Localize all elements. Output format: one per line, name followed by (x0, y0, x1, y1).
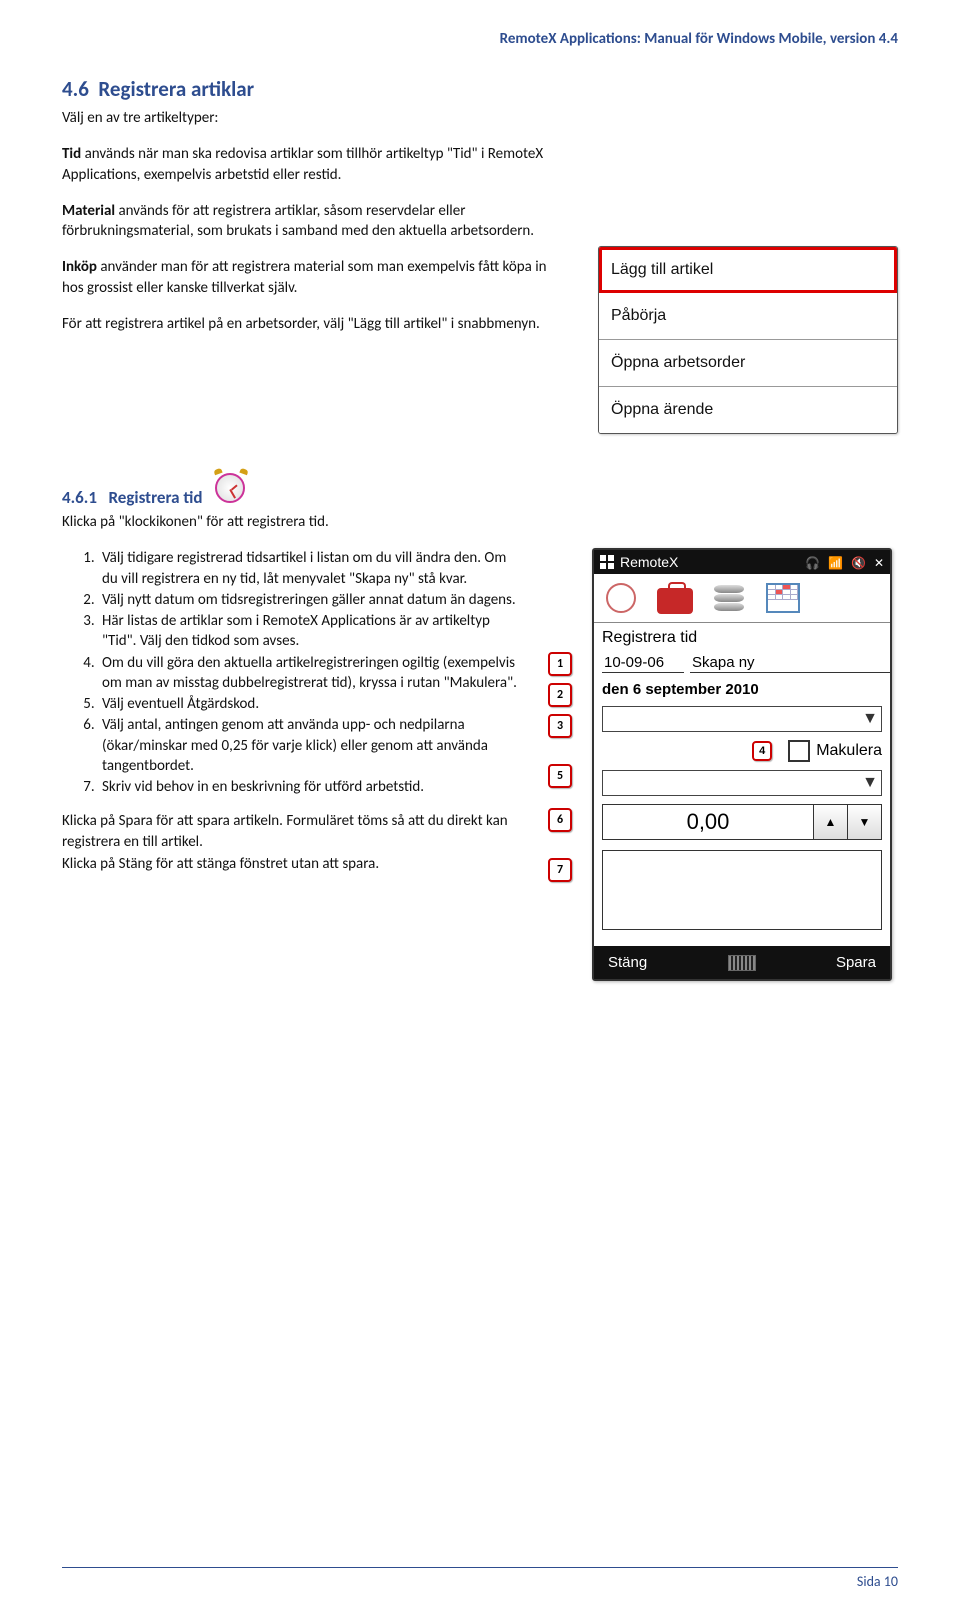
callout-3: 3 (548, 714, 572, 738)
device-app-title: RemoteX (620, 554, 678, 570)
volume-icon: 🔇 (851, 556, 866, 570)
subsection-title: Registrera tid (108, 487, 202, 508)
callout-4-inline: 4 (752, 741, 772, 761)
outro-1: Klicka på Spara för att spara artikeln. … (62, 811, 518, 852)
step-7: Skriv vid behov in en beskrivning för ut… (98, 777, 518, 797)
step-5: Välj eventuell Åtgärdskod. (98, 694, 518, 714)
description-textarea[interactable] (602, 850, 882, 930)
dropdown-2[interactable]: ▼ (602, 770, 882, 796)
footer-divider (62, 1567, 898, 1568)
date-input[interactable] (602, 653, 684, 673)
headset-icon: 🎧 (805, 556, 820, 570)
step-6: Välj antal, antingen genom att använda u… (98, 715, 518, 776)
close-button[interactable]: Stäng (608, 954, 647, 971)
menu-item-oppna-arbetsorder[interactable]: Öppna arbetsorder (599, 340, 897, 387)
step-list: Välj tidigare registrerad tidsartikel i … (98, 548, 518, 797)
keyboard-icon[interactable] (728, 955, 756, 971)
windows-icon (600, 555, 614, 569)
chevron-down-icon: ▼ (861, 774, 879, 792)
callout-2: 2 (548, 683, 572, 707)
paragraph-inkop: Inköp använder man för att registrera ma… (62, 257, 568, 298)
toolbar-calendar-icon[interactable] (762, 578, 804, 618)
toolbar-briefcase-icon[interactable] (654, 578, 696, 618)
callout-1: 1 (548, 652, 572, 676)
section-heading: 4.6 Registrera artiklar (62, 76, 568, 102)
step-3: Här listas de artiklar som i RemoteX App… (98, 611, 518, 652)
outro-2: Klicka på Stäng för att stänga fönstret … (62, 854, 518, 874)
section-intro: Välj en av tre artikeltyper: (62, 108, 568, 128)
subsection-heading: 4.6.1 Registrera tid (62, 487, 202, 508)
subsection-number: 4.6.1 (62, 487, 97, 508)
bold-material: Material (62, 202, 115, 220)
menu-item-lagg-till-artikel[interactable]: Lägg till artikel (599, 247, 897, 293)
callout-7: 7 (548, 858, 572, 882)
dropdown-1[interactable]: ▼ (602, 706, 882, 732)
menu-item-oppna-arende[interactable]: Öppna ärende (599, 387, 897, 433)
device-bottombar: Stäng Spara (594, 946, 890, 979)
signal-icon: 📶 (828, 556, 843, 570)
device-body: Registrera tid den 6 september 2010 ▼ 4 … (594, 623, 890, 946)
device-toolbar (594, 574, 890, 623)
device-titlebar: RemoteX 🎧 📶 🔇 ✕ (594, 550, 890, 574)
weekday-label: den 6 september 2010 (602, 681, 759, 698)
quantity-up-button[interactable]: ▲ (813, 805, 847, 839)
header-title: RemoteX Applications: Manual för Windows… (62, 30, 898, 48)
clock-icon (212, 470, 250, 508)
bold-inkop: Inköp (62, 258, 97, 276)
subsection-intro: Klicka på "klockikonen" för att registre… (62, 512, 898, 532)
bold-tid: Tid (62, 145, 81, 163)
paragraph-material: Material används för att registrera arti… (62, 201, 568, 242)
chevron-down-icon: ▼ (861, 710, 879, 728)
quantity-stepper: 0,00 ▲ ▼ (602, 804, 882, 840)
section-number: 4.6 (62, 76, 89, 102)
step-1: Välj tidigare registrerad tidsartikel i … (98, 548, 518, 589)
context-menu: Lägg till artikel Påbörja Öppna arbetsor… (598, 246, 898, 434)
callout-column: 1 2 3 5 6 7 (548, 548, 584, 882)
toolbar-database-icon[interactable] (708, 578, 750, 618)
step-2: Välj nytt datum om tidsregistreringen gä… (98, 590, 518, 610)
status-icons: 🎧 📶 🔇 ✕ (801, 554, 884, 570)
save-button[interactable]: Spara (836, 954, 876, 971)
device-screenshot: RemoteX 🎧 📶 🔇 ✕ (592, 548, 892, 981)
makulera-checkbox[interactable] (788, 740, 810, 762)
makulera-label: Makulera (816, 742, 882, 760)
close-icon[interactable]: ✕ (874, 556, 884, 570)
step-4: Om du vill göra den aktuella artikelregi… (98, 653, 518, 694)
callout-5: 5 (548, 764, 572, 788)
quantity-value[interactable]: 0,00 (603, 809, 813, 835)
section-title: Registrera artiklar (98, 76, 254, 102)
callout-6: 6 (548, 808, 572, 832)
page-number: Sida 10 (857, 1573, 898, 1590)
toolbar-clock-icon[interactable] (600, 578, 642, 618)
paragraph-tid: Tid används när man ska redovisa artikla… (62, 144, 568, 185)
create-input[interactable] (690, 653, 892, 673)
paragraph-register: För att registrera artikel på en arbetso… (62, 314, 568, 334)
quantity-down-button[interactable]: ▼ (847, 805, 881, 839)
menu-item-paborja[interactable]: Påbörja (599, 293, 897, 340)
device-body-label: Registrera tid (602, 629, 882, 647)
